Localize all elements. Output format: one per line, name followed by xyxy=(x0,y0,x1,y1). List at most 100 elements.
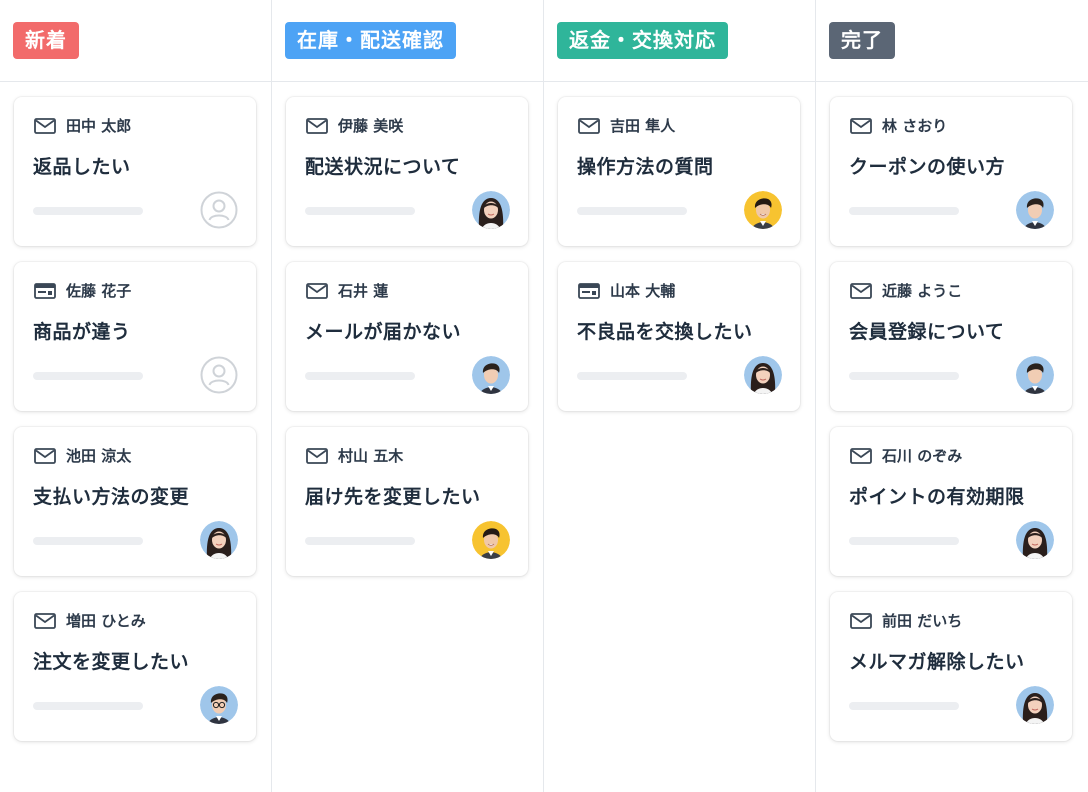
male-agent-avatar[interactable] xyxy=(1016,356,1054,394)
customer-name: 山本 大輔 xyxy=(610,282,676,300)
mail-icon xyxy=(306,447,328,464)
female-agent-avatar[interactable] xyxy=(744,356,782,394)
female-agent-avatar[interactable] xyxy=(1016,686,1054,724)
ticket-card[interactable]: 佐藤 花子 商品が違う xyxy=(14,262,256,411)
placeholder-bar xyxy=(849,372,959,380)
female-agent-avatar[interactable] xyxy=(472,191,510,229)
mail-icon xyxy=(306,282,328,299)
customer-name: 田中 太郎 xyxy=(66,117,132,135)
card-list: 吉田 隼人 操作方法の質問 山本 大輔 不良品を交換したい xyxy=(544,82,815,411)
card-header: 前田 だいち xyxy=(850,610,962,631)
kanban-board: 新着 田中 太郎 返品したい 佐藤 花子 商品が違う 池田 涼太 支払い方法の変… xyxy=(0,0,1088,792)
ticket-subject: 会員登録について xyxy=(849,321,1005,343)
ticket-subject: 注文を変更したい xyxy=(33,651,190,673)
unassigned-user-icon[interactable] xyxy=(200,191,238,229)
placeholder-bar xyxy=(577,372,687,380)
female-agent-avatar[interactable] xyxy=(200,521,238,559)
mail-icon xyxy=(850,612,872,629)
kanban-column: 完了 林 さおり クーポンの使い方 近藤 ようこ 会員登録について 石川 のぞみ… xyxy=(816,0,1088,792)
column-header: 新着 xyxy=(0,0,271,82)
unassigned-user-icon[interactable] xyxy=(200,356,238,394)
placeholder-bar xyxy=(33,372,143,380)
kanban-column: 在庫・配送確認 伊藤 美咲 配送状況について 石井 蓮 メールが届かない 村山 … xyxy=(272,0,544,792)
column-label-badge[interactable]: 返金・交換対応 xyxy=(557,22,728,59)
ticket-card[interactable]: 村山 五木 届け先を変更したい xyxy=(286,427,528,576)
customer-name: 吉田 隼人 xyxy=(610,117,676,135)
male-agent-avatar[interactable] xyxy=(1016,191,1054,229)
customer-name: 増田 ひとみ xyxy=(66,612,146,630)
column-label-badge[interactable]: 新着 xyxy=(13,22,79,59)
mail-icon xyxy=(850,447,872,464)
ticket-subject: 操作方法の質問 xyxy=(577,156,714,178)
placeholder-bar xyxy=(33,537,143,545)
placeholder-bar xyxy=(849,207,959,215)
placeholder-bar xyxy=(305,372,415,380)
ticket-card[interactable]: 石川 のぞみ ポイントの有効期限 xyxy=(830,427,1072,576)
ticket-card[interactable]: 山本 大輔 不良品を交換したい xyxy=(558,262,800,411)
ticket-card[interactable]: 増田 ひとみ 注文を変更したい xyxy=(14,592,256,741)
male-agent-glasses-avatar[interactable] xyxy=(200,686,238,724)
ticket-subject: 返品したい xyxy=(33,156,131,178)
kanban-column: 新着 田中 太郎 返品したい 佐藤 花子 商品が違う 池田 涼太 支払い方法の変… xyxy=(0,0,272,792)
card-header: 伊藤 美咲 xyxy=(306,115,403,136)
card-list: 林 さおり クーポンの使い方 近藤 ようこ 会員登録について 石川 のぞみ ポイ… xyxy=(816,82,1088,741)
column-header: 完了 xyxy=(816,0,1088,82)
mail-icon xyxy=(850,282,872,299)
ticket-card[interactable]: 吉田 隼人 操作方法の質問 xyxy=(558,97,800,246)
customer-name: 伊藤 美咲 xyxy=(338,117,404,135)
mail-icon xyxy=(34,447,56,464)
customer-name: 村山 五木 xyxy=(338,447,404,465)
male-agent-yellow-avatar[interactable] xyxy=(472,521,510,559)
customer-name: 石井 蓮 xyxy=(338,282,389,300)
placeholder-bar xyxy=(305,207,415,215)
mail-icon xyxy=(578,117,600,134)
ticket-subject: 支払い方法の変更 xyxy=(33,486,190,508)
card-header: 山本 大輔 xyxy=(578,280,675,301)
ticket-card[interactable]: 池田 涼太 支払い方法の変更 xyxy=(14,427,256,576)
card-header: 田中 太郎 xyxy=(34,115,131,136)
card-header: 増田 ひとみ xyxy=(34,610,146,631)
card-header: 佐藤 花子 xyxy=(34,280,131,301)
card-list: 伊藤 美咲 配送状況について 石井 蓮 メールが届かない 村山 五木 届け先を変… xyxy=(272,82,543,576)
placeholder-bar xyxy=(33,702,143,710)
card-header: 石川 のぞみ xyxy=(850,445,962,466)
customer-name: 池田 涼太 xyxy=(66,447,132,465)
customer-name: 近藤 ようこ xyxy=(882,282,963,300)
ticket-card[interactable]: 前田 だいち メルマガ解除したい xyxy=(830,592,1072,741)
ticket-card[interactable]: 近藤 ようこ 会員登録について xyxy=(830,262,1072,411)
placeholder-bar xyxy=(577,207,687,215)
column-header: 返金・交換対応 xyxy=(544,0,815,82)
ticket-card[interactable]: 伊藤 美咲 配送状況について xyxy=(286,97,528,246)
customer-name: 林 さおり xyxy=(882,117,948,135)
ticket-subject: 商品が違う xyxy=(33,321,131,343)
placeholder-bar xyxy=(849,537,959,545)
column-header: 在庫・配送確認 xyxy=(272,0,543,82)
column-label-badge[interactable]: 在庫・配送確認 xyxy=(285,22,456,59)
ticket-subject: 不良品を交換したい xyxy=(577,321,753,343)
mail-icon xyxy=(34,117,56,134)
chat-window-icon xyxy=(34,282,56,299)
ticket-card[interactable]: 田中 太郎 返品したい xyxy=(14,97,256,246)
male-agent-yellow-avatar[interactable] xyxy=(744,191,782,229)
ticket-subject: メルマガ解除したい xyxy=(849,651,1025,673)
female-agent-avatar[interactable] xyxy=(1016,521,1054,559)
kanban-column: 返金・交換対応 吉田 隼人 操作方法の質問 山本 大輔 不良品を交換したい xyxy=(544,0,816,792)
card-header: 吉田 隼人 xyxy=(578,115,675,136)
column-label-badge[interactable]: 完了 xyxy=(829,22,895,59)
mail-icon xyxy=(306,117,328,134)
card-header: 近藤 ようこ xyxy=(850,280,962,301)
card-list: 田中 太郎 返品したい 佐藤 花子 商品が違う 池田 涼太 支払い方法の変更 増… xyxy=(0,82,271,741)
ticket-subject: メールが届かない xyxy=(305,321,462,343)
male-agent-avatar[interactable] xyxy=(472,356,510,394)
ticket-card[interactable]: 林 さおり クーポンの使い方 xyxy=(830,97,1072,246)
card-header: 石井 蓮 xyxy=(306,280,388,301)
placeholder-bar xyxy=(849,702,959,710)
customer-name: 石川 のぞみ xyxy=(882,447,963,465)
mail-icon xyxy=(850,117,872,134)
ticket-subject: クーポンの使い方 xyxy=(849,156,1006,178)
customer-name: 佐藤 花子 xyxy=(66,282,132,300)
ticket-subject: 届け先を変更したい xyxy=(305,486,481,508)
ticket-card[interactable]: 石井 蓮 メールが届かない xyxy=(286,262,528,411)
ticket-subject: ポイントの有効期限 xyxy=(849,486,1025,508)
card-header: 村山 五木 xyxy=(306,445,403,466)
